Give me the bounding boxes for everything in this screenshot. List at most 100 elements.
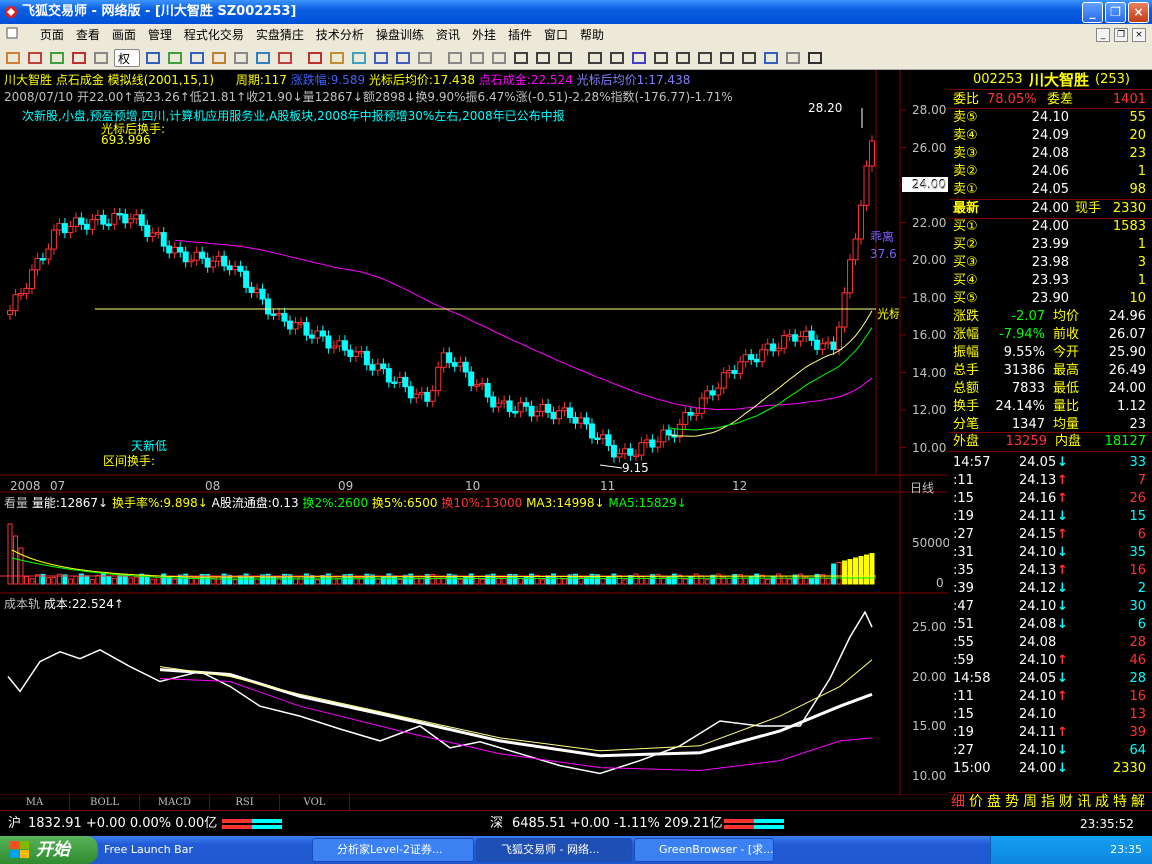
quote-tab[interactable]: 特 xyxy=(1113,793,1127,811)
toolbar-button[interactable] xyxy=(26,49,44,67)
toolbar-button[interactable] xyxy=(328,49,346,67)
ask-row: 卖⑤ 24.10 55 xyxy=(949,109,1152,127)
toolbar-button[interactable] xyxy=(394,49,412,67)
toolbar-button[interactable] xyxy=(276,49,294,67)
toolbar-button[interactable] xyxy=(166,49,184,67)
toolbar-button[interactable] xyxy=(512,49,530,67)
chart-panel[interactable]: 川大智胜 点石成金 模拟线(2001,15,1) 周期:117 涨跌幅:9.58… xyxy=(0,70,950,810)
menu-app-icon[interactable] xyxy=(0,24,24,46)
period-daily-label[interactable]: 日线 xyxy=(910,479,934,496)
toolbar-button[interactable] xyxy=(70,49,88,67)
mdi-close-button[interactable]: × xyxy=(1132,28,1146,42)
quote-tab[interactable]: 势 xyxy=(1005,793,1019,811)
toolbar-button[interactable] xyxy=(534,49,552,67)
toolbar-button[interactable] xyxy=(144,49,162,67)
candle-body xyxy=(56,223,63,231)
title-bar[interactable]: 飞狐交易师 - 网络版 - [川大智胜 SZ002253] _ ❐ × xyxy=(0,0,1152,24)
mdi-minimize-button[interactable]: _ xyxy=(1096,28,1110,42)
start-button[interactable]: 开始 xyxy=(0,836,98,864)
ask-price: 24.09 xyxy=(1031,128,1069,143)
toolbar-button[interactable] xyxy=(468,49,486,67)
toolbar-button[interactable] xyxy=(4,49,22,67)
system-tray: 23:35 xyxy=(990,836,1152,864)
close-button[interactable]: × xyxy=(1128,2,1149,23)
tick-time: :47 xyxy=(953,599,974,614)
ask-volume: 23 xyxy=(1129,146,1146,161)
toolbar-button[interactable] xyxy=(652,49,670,67)
bid-label: 买① xyxy=(953,219,978,234)
quote-tab[interactable]: 周 xyxy=(1023,793,1037,811)
tick-volume: 2 xyxy=(1137,581,1146,596)
weight-dropdown[interactable]: 权 xyxy=(114,49,140,67)
menu-item[interactable]: 查看 xyxy=(70,24,106,46)
candle-body xyxy=(418,391,425,395)
toolbar-button[interactable] xyxy=(188,49,206,67)
menu-item[interactable]: 外挂 xyxy=(466,24,502,46)
toolbar-button[interactable] xyxy=(762,49,780,67)
menu-item[interactable]: 实盘猜庄 xyxy=(250,24,310,46)
indicator-tab-macd[interactable]: MACD xyxy=(140,795,210,810)
toolbar-button[interactable] xyxy=(556,49,574,67)
quote-tab[interactable]: 价 xyxy=(969,793,983,811)
toolbar-button[interactable] xyxy=(254,49,272,67)
quote-tab[interactable]: 成 xyxy=(1095,793,1109,811)
toolbar-button[interactable] xyxy=(446,49,464,67)
taskbar-item-feihu[interactable]: 飞狐交易师 - 网络... xyxy=(476,838,632,862)
toolbar-button[interactable] xyxy=(586,49,604,67)
toolbar-button[interactable] xyxy=(372,49,390,67)
menu-item[interactable]: 窗口 xyxy=(538,24,574,46)
doc-icon xyxy=(6,27,18,39)
menu-item[interactable]: 管理 xyxy=(142,24,178,46)
toolbar-button[interactable] xyxy=(608,49,626,67)
indicator-tab-rsi[interactable]: RSI xyxy=(210,795,280,810)
menu-item[interactable]: 技术分析 xyxy=(310,24,370,46)
quote-tab[interactable]: 讯 xyxy=(1077,793,1091,811)
tick-row: :47 24.10 ↓ 30 xyxy=(949,598,1152,616)
candle-body xyxy=(50,229,57,250)
mdi-restore-button[interactable]: ❐ xyxy=(1114,28,1128,42)
quote-tab[interactable]: 盘 xyxy=(987,793,1001,811)
toolbar-button[interactable] xyxy=(48,49,66,67)
indicator-tab-boll[interactable]: BOLL xyxy=(70,795,140,810)
menu-item[interactable]: 资讯 xyxy=(430,24,466,46)
toolbar-button[interactable] xyxy=(210,49,228,67)
toolbar-button[interactable] xyxy=(696,49,714,67)
maximize-button[interactable]: ❐ xyxy=(1105,2,1126,23)
menu-item[interactable]: 帮助 xyxy=(574,24,610,46)
toolbar-button[interactable] xyxy=(806,49,824,67)
toolbar-button[interactable] xyxy=(630,49,648,67)
taskbar-item-analyst[interactable]: 分析家Level-2证券... xyxy=(312,838,474,862)
quote-tab[interactable]: 解 xyxy=(1131,793,1145,811)
indicator-tab-vol[interactable]: VOL xyxy=(280,795,350,810)
taskbar-item-greenbrowser[interactable]: GreenBrowser - [求... xyxy=(634,838,774,862)
toolbar-button[interactable] xyxy=(718,49,736,67)
toolbar-button[interactable] xyxy=(92,49,110,67)
minimize-button[interactable]: _ xyxy=(1082,2,1103,23)
toolbar-button[interactable] xyxy=(740,49,758,67)
menu-item[interactable]: 页面 xyxy=(34,24,70,46)
indicator-tab-ma[interactable]: MA xyxy=(0,795,70,810)
toolbar-button[interactable] xyxy=(416,49,434,67)
tick-price: 24.11 xyxy=(1019,509,1057,524)
toolbar-button[interactable] xyxy=(784,49,802,67)
stat-row: 振幅 9.55% 今开 25.90 xyxy=(949,344,1152,362)
toolbar-button[interactable] xyxy=(490,49,508,67)
toolbar-button[interactable] xyxy=(306,49,324,67)
menu-item[interactable]: 插件 xyxy=(502,24,538,46)
candle-body xyxy=(737,361,744,374)
quote-tab[interactable]: 指 xyxy=(1041,793,1055,811)
toolbar-icon xyxy=(720,52,734,64)
menu-item[interactable]: 程式化交易 xyxy=(178,24,250,46)
menu-item[interactable]: 操盘训练 xyxy=(370,24,430,46)
menu-item[interactable]: 画面 xyxy=(106,24,142,46)
candle-body xyxy=(319,330,326,337)
toolbar-button[interactable] xyxy=(674,49,692,67)
tick-volume: 16 xyxy=(1129,563,1146,578)
candle-body xyxy=(67,225,74,234)
quote-tab[interactable]: 细 xyxy=(951,793,965,811)
toolbar-button[interactable] xyxy=(232,49,250,67)
toolbar-button[interactable] xyxy=(350,49,368,67)
candle-body xyxy=(545,403,552,413)
quote-tab[interactable]: 财 xyxy=(1059,793,1073,811)
free-launch-bar[interactable]: Free Launch Bar xyxy=(104,836,193,864)
